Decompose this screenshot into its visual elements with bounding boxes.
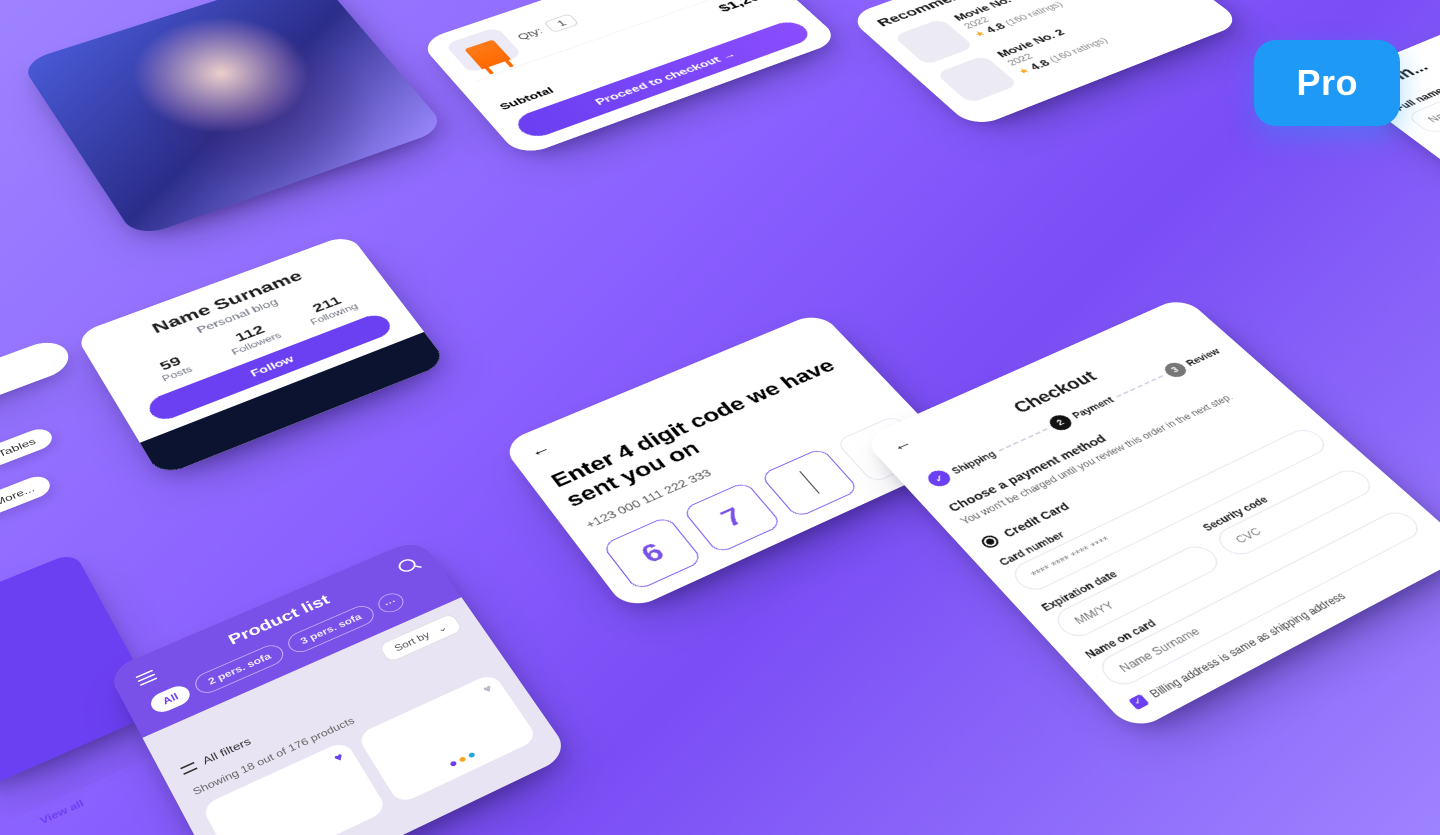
otp-digit-1[interactable]: 6 [601,516,703,591]
movie-poster [893,18,975,65]
filter-chip-tables[interactable]: Tables [0,425,56,469]
check-icon: ✓ [1128,694,1150,710]
search-icon[interactable] [396,557,419,574]
cart-card: Qty:1 🗑 $1,200 Subtotal Proceed to check… [418,0,841,157]
pro-badge: Pro [1254,40,1400,126]
profile-card: Name Surname Personal blog 59Posts 112Fo… [75,234,448,477]
otp-digit-2[interactable]: 7 [682,481,783,554]
product-tile[interactable]: ♥ [356,673,538,805]
filters-icon [180,762,197,775]
back-icon[interactable]: ← [526,440,554,461]
qty-label: Qty: [515,26,545,42]
recommended-card: Recommended Movie No. 1 2022 ★4.8(160 ra… [847,0,1244,129]
qty-input[interactable]: 1 [543,13,579,33]
checkout-card: ← Checkout ✓Shipping 2Payment 3Review Ch… [862,296,1440,733]
chip-all[interactable]: All [147,682,194,715]
otp-digit-3[interactable] [760,448,860,519]
check-icon: ✓ [924,468,954,489]
chip-more[interactable]: ··· [374,590,407,616]
view-all-link-2[interactable]: View all [38,798,85,827]
cart-item-thumb [444,27,523,74]
profile-hero-image [20,0,447,239]
heart-icon[interactable]: ♥ [480,682,495,696]
product-list-card: Product list All 2 pers. sofa 3 pers. so… [107,537,571,835]
filter-chip-more[interactable]: More... [0,472,55,519]
heart-icon[interactable]: ♥ [331,750,345,765]
menu-icon[interactable] [135,669,157,685]
chevron-down-icon: ⌄ [435,622,450,635]
left-sliver-card: View all [0,336,76,440]
checkout-title: Checkout [898,321,1206,468]
